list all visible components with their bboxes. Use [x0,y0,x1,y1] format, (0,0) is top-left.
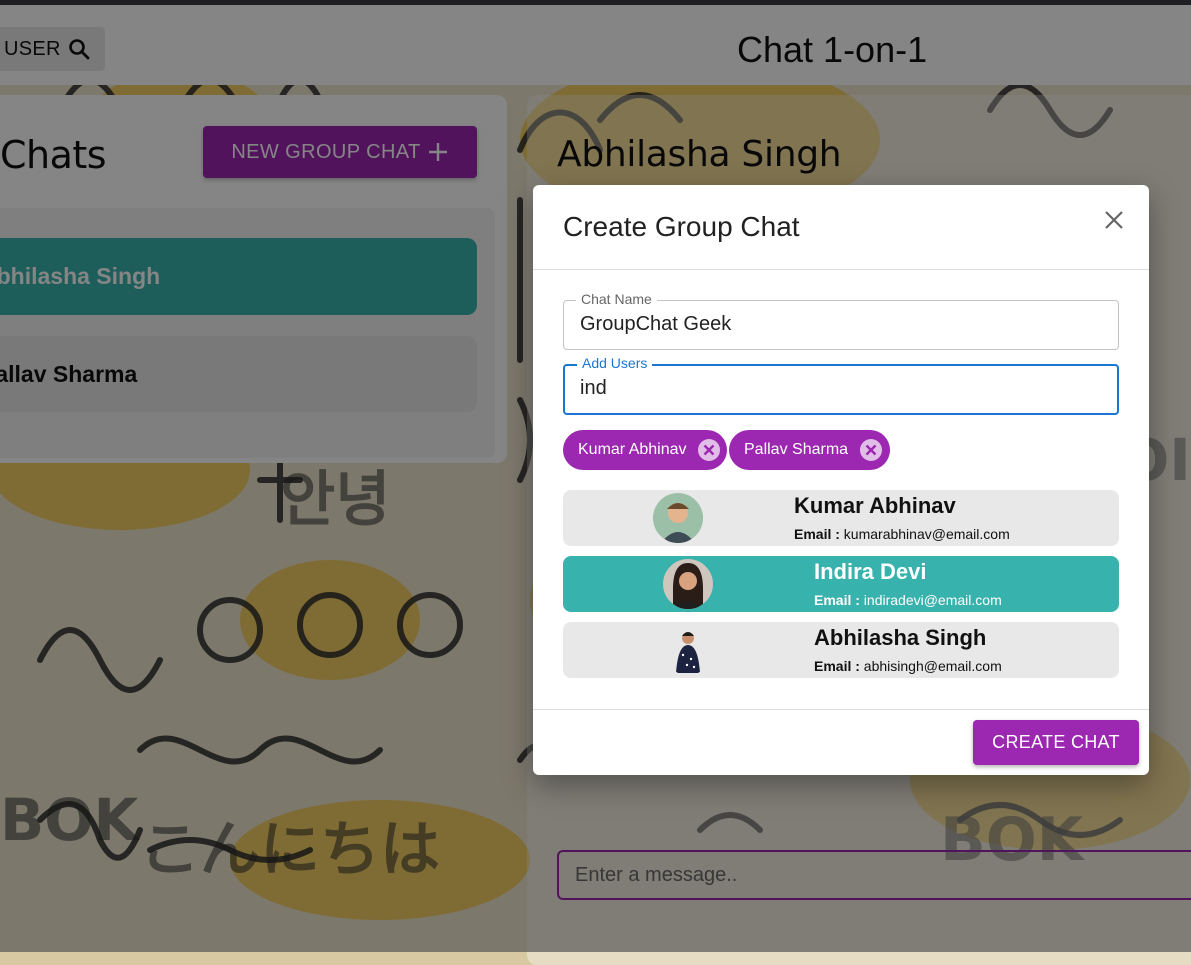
email-value: abhisingh@email.com [863,658,1002,674]
add-users-field[interactable]: Add Users [563,355,1119,415]
chat-name-input[interactable] [580,313,1080,336]
user-result-item[interactable]: Abhilasha Singh Email : abhisingh@email.… [563,622,1119,678]
user-email: Email : indiradevi@email.com [814,592,1002,608]
user-name: Indira Devi [814,559,927,584]
modal-title: Create Group Chat [563,211,800,242]
chip-label: Pallav Sharma [744,441,849,458]
chat-name-field[interactable]: Chat Name [563,291,1119,350]
chip-label: Kumar Abhinav [578,441,687,458]
selected-user-chip: Pallav Sharma [729,430,890,470]
user-name: Kumar Abhinav [794,493,956,518]
close-icon[interactable] [1101,207,1127,233]
email-prefix: Email : [814,592,860,608]
modal-header-divider [533,269,1149,270]
user-result-item[interactable]: Indira Devi Email : indiradevi@email.com [563,556,1119,612]
chat-name-label: Chat Name [576,291,657,307]
user-name: Abhilasha Singh [814,625,987,650]
create-group-chat-modal: Create Group Chat Chat Name Add Users Ku… [533,185,1149,775]
user-email: Email : abhisingh@email.com [814,658,1002,674]
email-prefix: Email : [794,526,840,542]
email-value: indiradevi@email.com [863,592,1002,608]
add-users-input[interactable] [580,377,1080,400]
email-prefix: Email : [814,658,860,674]
remove-icon[interactable] [697,438,721,462]
avatar [663,559,713,609]
user-result-item[interactable]: Kumar Abhinav Email : kumarabhinav@email… [563,490,1119,546]
user-email: Email : kumarabhinav@email.com [794,526,1010,542]
remove-icon[interactable] [859,438,883,462]
create-chat-label: CREATE CHAT [992,732,1120,752]
selected-user-chip: Kumar Abhinav [563,430,727,470]
email-value: kumarabhinav@email.com [843,526,1010,542]
create-chat-button[interactable]: CREATE CHAT [973,720,1139,765]
avatar [663,625,713,675]
modal-footer-divider [533,709,1149,710]
add-users-label: Add Users [577,355,653,371]
avatar [653,493,703,543]
